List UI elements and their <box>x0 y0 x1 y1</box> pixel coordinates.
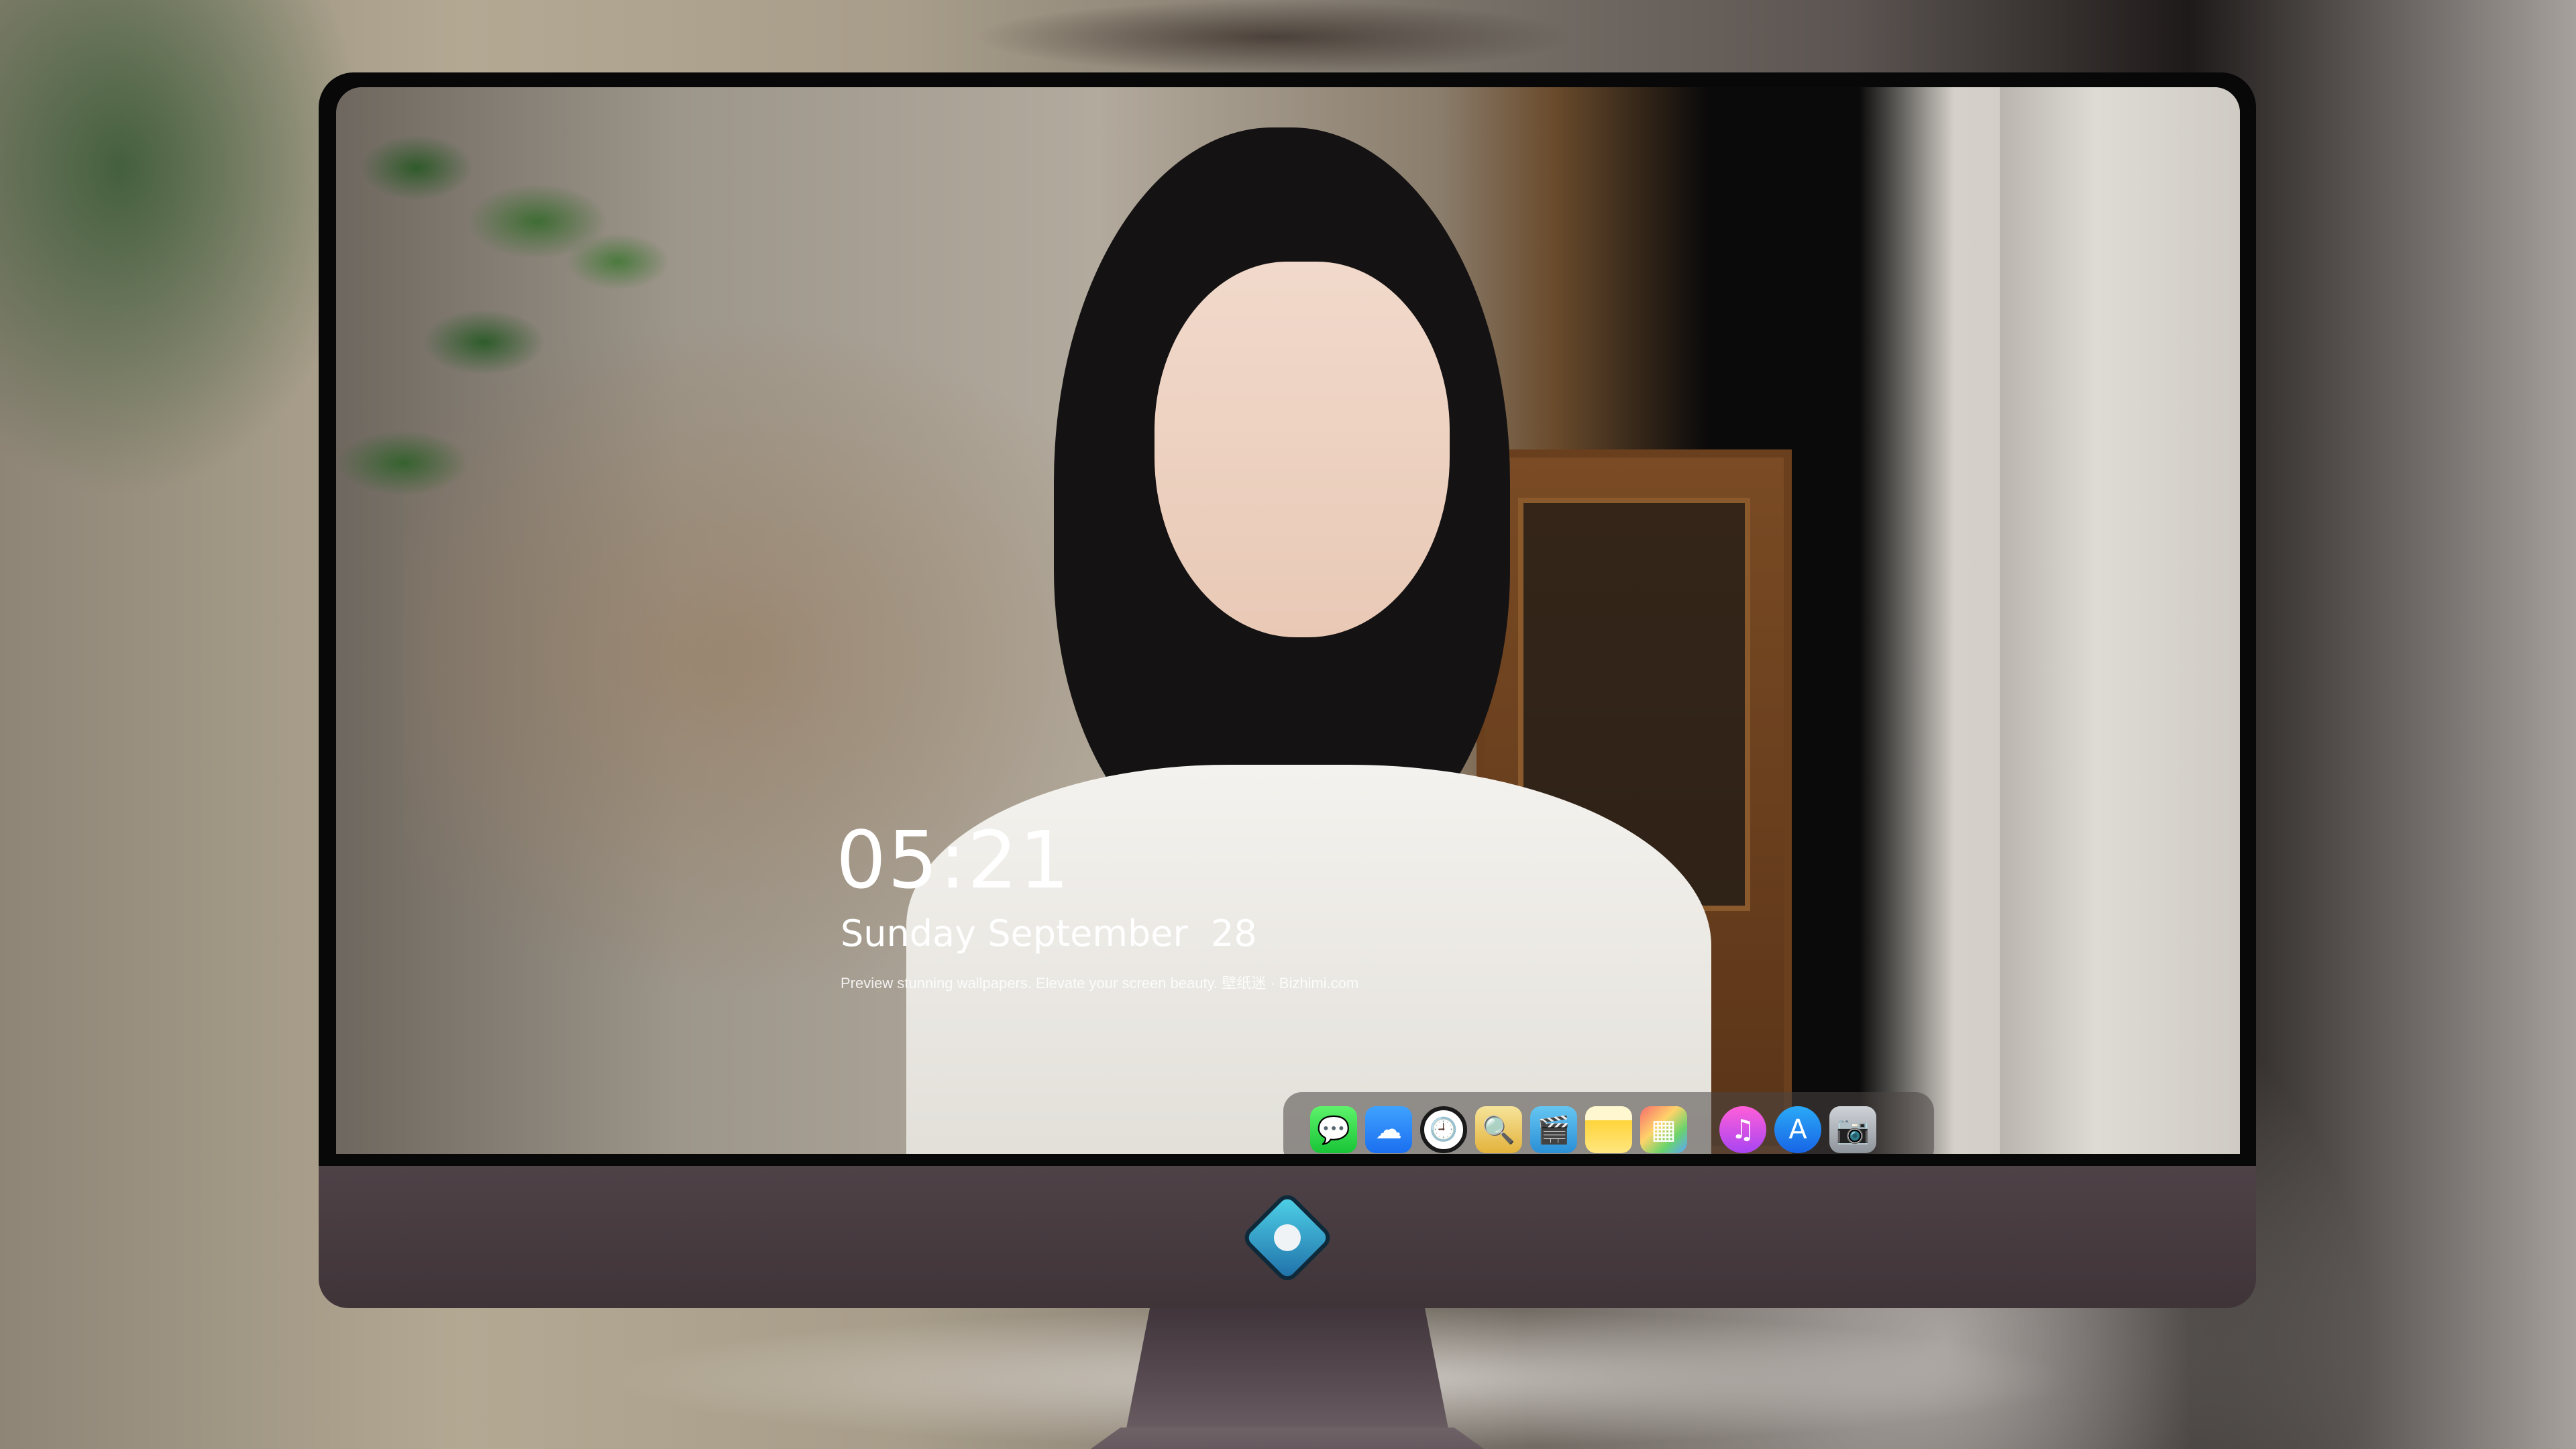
lock-screen-date: Sunday September 28 <box>841 912 1257 955</box>
lock-screen-tagline: Preview stunning wallpapers. Elevate you… <box>841 975 1359 991</box>
monitor-bezel: 05:21 Sunday September 28 Preview stunni… <box>319 72 2256 1166</box>
messages-icon[interactable]: 💬 <box>1310 1106 1357 1153</box>
wallpaper-portrait <box>873 127 1745 1154</box>
desktop-background: 05:21 Sunday September 28 Preview stunni… <box>0 0 2576 1449</box>
weather-icon[interactable]: ☁ <box>1365 1106 1412 1153</box>
camera-icon[interactable]: 📷 <box>1829 1106 1876 1153</box>
notes-icon[interactable] <box>1585 1106 1632 1153</box>
wallpaper-face <box>1155 262 1450 637</box>
lock-screen-time: 05:21 <box>836 814 1071 906</box>
wallpaper-doorway <box>2000 87 2240 1154</box>
preview-icon[interactable]: 🔍 <box>1475 1106 1522 1153</box>
clips-glyph: 🎬 <box>1537 1114 1570 1146</box>
app-store-icon[interactable]: A <box>1774 1106 1821 1153</box>
camera-glyph: 📷 <box>1836 1114 1870 1146</box>
lock-screen[interactable]: 05:21 Sunday September 28 Preview stunni… <box>336 87 2240 1154</box>
monitor-stand-neck <box>1124 1308 1451 1442</box>
messages-glyph: 💬 <box>1317 1114 1350 1146</box>
weather-glyph: ☁ <box>1375 1114 1402 1145</box>
music-glyph: ♫ <box>1731 1114 1755 1145</box>
wallpaper-plant <box>336 87 712 570</box>
dock: 💬 ☁ 🕘 🔍 🎬 ▦ ♫ A 📷 <box>1283 1092 1934 1154</box>
background-blur-top <box>973 0 1576 74</box>
preview-glyph: 🔍 <box>1482 1114 1515 1146</box>
clock-icon[interactable]: 🕘 <box>1420 1106 1467 1153</box>
monitor: 05:21 Sunday September 28 Preview stunni… <box>319 72 2256 1449</box>
photos-icon[interactable]: ▦ <box>1640 1106 1687 1153</box>
app-store-glyph: A <box>1788 1114 1807 1145</box>
photos-glyph: ▦ <box>1651 1114 1676 1145</box>
clapperboard-icon[interactable]: 🎬 <box>1530 1106 1577 1153</box>
clock-glyph: 🕘 <box>1429 1116 1458 1143</box>
music-icon[interactable]: ♫ <box>1719 1106 1766 1153</box>
